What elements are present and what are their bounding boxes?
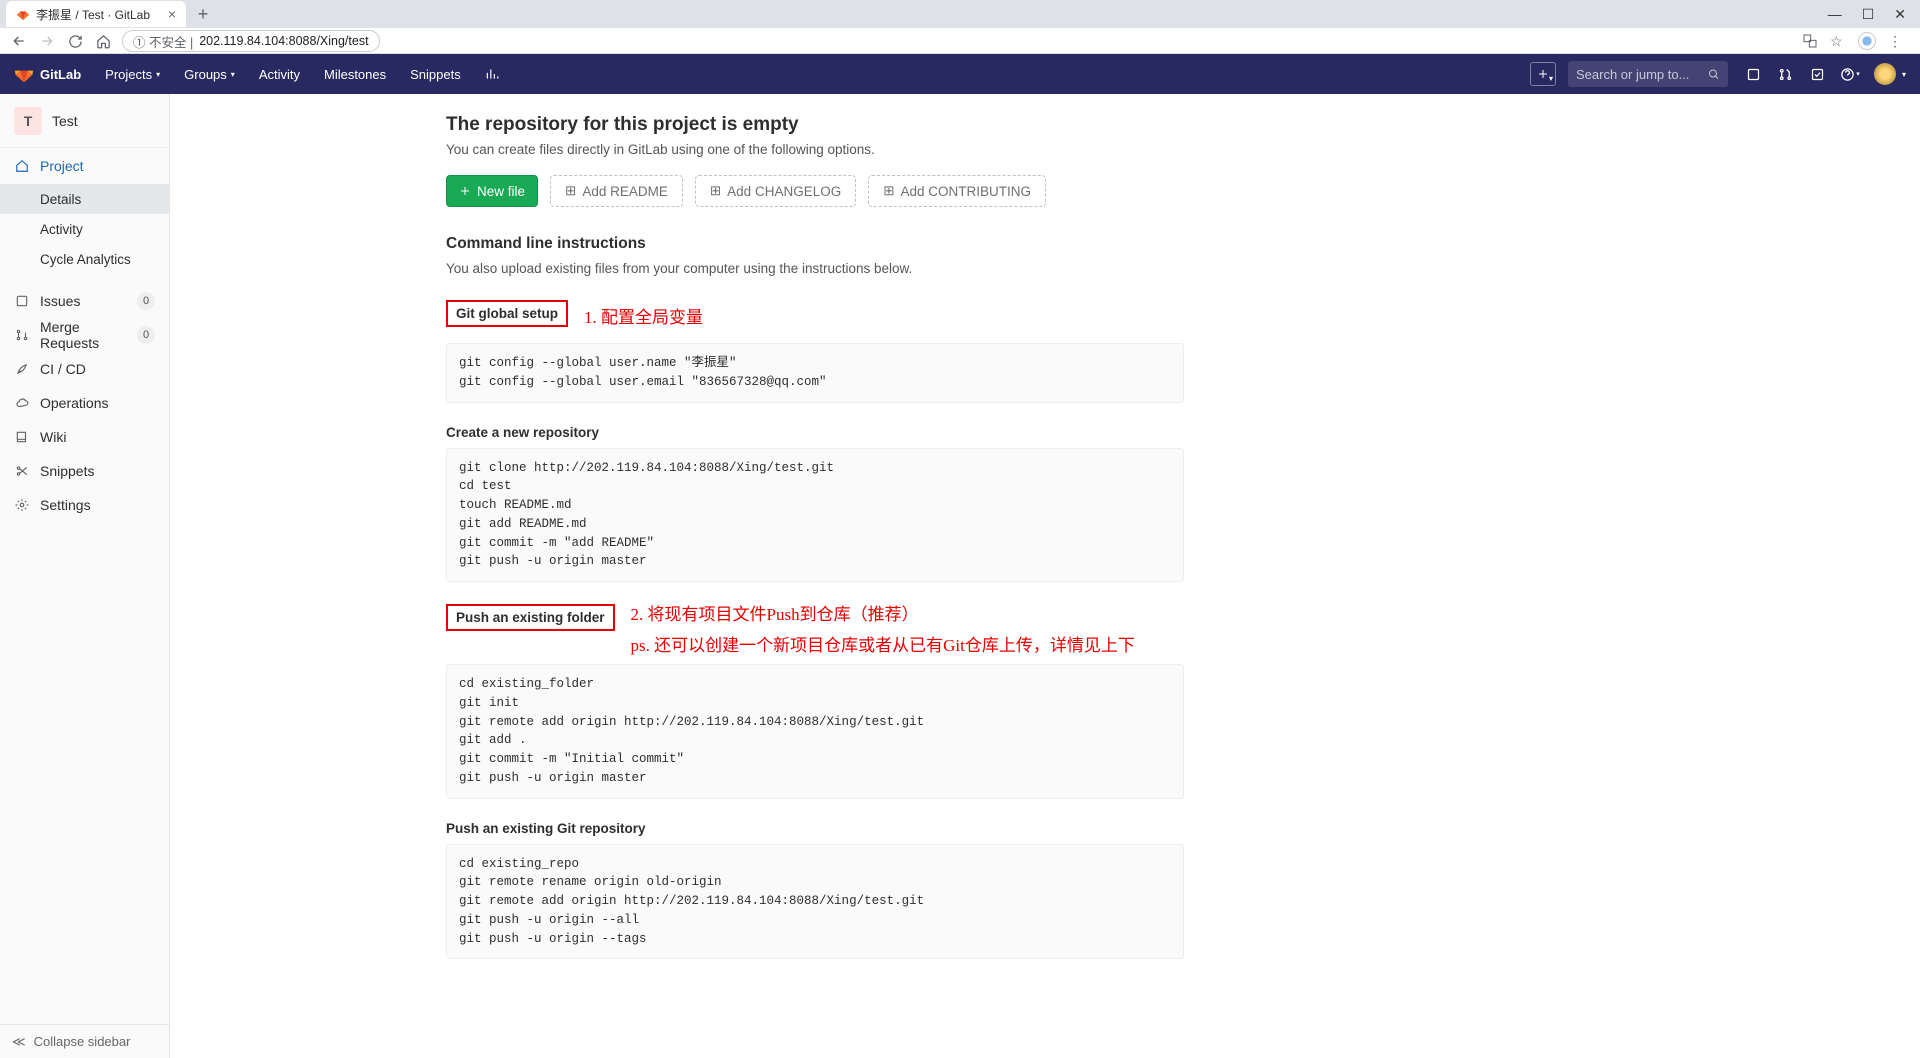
rocket-icon <box>14 361 30 377</box>
cli-paragraph: You also upload existing files from your… <box>446 261 1184 276</box>
gitlab-icon <box>14 64 34 84</box>
project-avatar: T <box>14 107 42 135</box>
plus-box-icon: ⊞ <box>565 183 576 199</box>
nav-milestones[interactable]: Milestones <box>314 54 396 94</box>
sidebar-item-project[interactable]: Project <box>0 148 169 184</box>
book-icon <box>14 429 30 445</box>
nav-projects[interactable]: Projects▾ <box>95 54 170 94</box>
browser-chrome: 李振星 / Test · GitLab × + — ☐ ✕ ① 不安全 | 20… <box>0 0 1920 54</box>
issues-icon <box>14 293 30 309</box>
issues-count-badge: 0 <box>137 292 155 310</box>
create-repo-heading: Create a new repository <box>446 425 599 440</box>
sidebar-item-cicd[interactable]: CI / CD <box>0 352 169 386</box>
gear-icon <box>14 497 30 513</box>
reload-icon[interactable] <box>66 32 84 50</box>
forward-icon[interactable] <box>38 32 56 50</box>
tab-title: 李振星 / Test · GitLab <box>36 6 150 23</box>
code-create-repo: git clone http://202.119.84.104:8088/Xin… <box>446 448 1184 583</box>
sidebar-item-operations[interactable]: Operations <box>0 386 169 420</box>
plus-box-icon: ⊞ <box>710 183 721 199</box>
cloud-icon <box>14 395 30 411</box>
code-push-repo: cd existing_repo git remote rename origi… <box>446 844 1184 960</box>
sidebar-item-settings[interactable]: Settings <box>0 488 169 522</box>
scissors-icon <box>14 463 30 479</box>
gitlab-favicon <box>16 7 30 21</box>
code-global-setup: git config --global user.name "李振星" git … <box>446 343 1184 403</box>
minimize-icon[interactable]: — <box>1828 6 1842 23</box>
action-buttons: New file ⊞Add README ⊞Add CHANGELOG ⊞Add… <box>446 175 1184 207</box>
url-field[interactable]: ① 不安全 | 202.119.84.104:8088/Xing/test <box>122 30 380 52</box>
add-readme-button[interactable]: ⊞Add README <box>550 175 683 207</box>
address-bar: ① 不安全 | 202.119.84.104:8088/Xing/test ☆ … <box>0 28 1920 54</box>
home-icon[interactable] <box>94 32 112 50</box>
sidebar: T Test Project Details Activity Cycle An… <box>0 94 170 1058</box>
code-push-folder: cd existing_folder git init git remote a… <box>446 664 1184 799</box>
project-header[interactable]: T Test <box>0 94 169 148</box>
annotation-3: ps. 还可以创建一个新项目仓库或者从已有Git仓库上传，详情见上下 <box>631 631 1135 656</box>
git-global-setup-heading: Git global setup <box>446 300 568 327</box>
new-dropdown-button[interactable]: ▾ <box>1530 62 1556 86</box>
new-file-button[interactable]: New file <box>446 175 538 207</box>
add-changelog-button[interactable]: ⊞Add CHANGELOG <box>695 175 856 207</box>
project-name: Test <box>52 113 78 129</box>
collapse-sidebar-button[interactable]: ≪ Collapse sidebar <box>0 1024 169 1058</box>
annotation-1: 1. 配置全局变量 <box>584 303 703 328</box>
url-text: 202.119.84.104:8088/Xing/test <box>199 34 368 48</box>
sidebar-item-mr[interactable]: Merge Requests 0 <box>0 318 169 352</box>
push-repo-heading: Push an existing Git repository <box>446 821 646 836</box>
window-controls: — ☐ ✕ <box>1828 6 1920 23</box>
search-input[interactable] <box>1576 67 1708 82</box>
help-icon[interactable]: ▾ <box>1836 60 1864 88</box>
sidebar-item-snippets[interactable]: Snippets <box>0 454 169 488</box>
user-menu-caret-icon[interactable]: ▾ <box>1902 70 1906 79</box>
push-folder-heading: Push an existing folder <box>446 604 615 631</box>
sidebar-sub-activity[interactable]: Activity <box>0 214 169 244</box>
translate-icon[interactable] <box>1802 33 1818 49</box>
close-icon[interactable]: × <box>168 7 176 21</box>
sidebar-item-issues[interactable]: Issues 0 <box>0 284 169 318</box>
main-content: The repository for this project is empty… <box>170 94 1920 1058</box>
add-contributing-button[interactable]: ⊞Add CONTRIBUTING <box>868 175 1046 207</box>
nav-snippets[interactable]: Snippets <box>400 54 471 94</box>
gitlab-logo[interactable]: GitLab <box>14 64 81 84</box>
todos-shortcut-icon[interactable] <box>1804 60 1832 88</box>
insecure-label: ① 不安全 | <box>133 32 193 51</box>
nav-graph-icon[interactable] <box>475 54 509 94</box>
search-icon <box>1708 68 1720 81</box>
sidebar-sub-details[interactable]: Details <box>0 184 169 214</box>
maximize-icon[interactable]: ☐ <box>1862 6 1875 23</box>
back-icon[interactable] <box>10 32 28 50</box>
home-icon <box>14 158 30 174</box>
gitlab-topnav: GitLab Projects▾ Groups▾ Activity Milest… <box>0 54 1920 94</box>
cli-heading: Command line instructions <box>446 235 1184 253</box>
browser-tab[interactable]: 李振星 / Test · GitLab × <box>6 1 186 27</box>
issues-shortcut-icon[interactable] <box>1740 60 1768 88</box>
brand-text: GitLab <box>40 67 81 82</box>
close-window-icon[interactable]: ✕ <box>1894 6 1906 23</box>
nav-activity[interactable]: Activity <box>249 54 310 94</box>
nav-groups[interactable]: Groups▾ <box>174 54 245 94</box>
search-box[interactable] <box>1568 61 1728 87</box>
tab-bar: 李振星 / Test · GitLab × + — ☐ ✕ <box>0 0 1920 28</box>
profile-avatar-icon[interactable] <box>1858 32 1876 50</box>
collapse-icon: ≪ <box>12 1034 26 1050</box>
sidebar-item-wiki[interactable]: Wiki <box>0 420 169 454</box>
star-icon[interactable]: ☆ <box>1830 33 1846 49</box>
user-avatar[interactable] <box>1874 63 1896 85</box>
menu-icon[interactable]: ⋮ <box>1888 33 1904 49</box>
sidebar-sub-cycle[interactable]: Cycle Analytics <box>0 244 169 274</box>
new-tab-button[interactable]: + <box>192 3 214 25</box>
mr-shortcut-icon[interactable] <box>1772 60 1800 88</box>
mr-icon <box>14 327 30 343</box>
annotation-2: 2. 将现有项目文件Push到仓库（推荐） <box>631 600 1135 625</box>
plus-box-icon: ⊞ <box>883 183 894 199</box>
page-subtitle: You can create files directly in GitLab … <box>446 142 1184 157</box>
page-title: The repository for this project is empty <box>446 114 1184 136</box>
mr-count-badge: 0 <box>137 326 155 344</box>
